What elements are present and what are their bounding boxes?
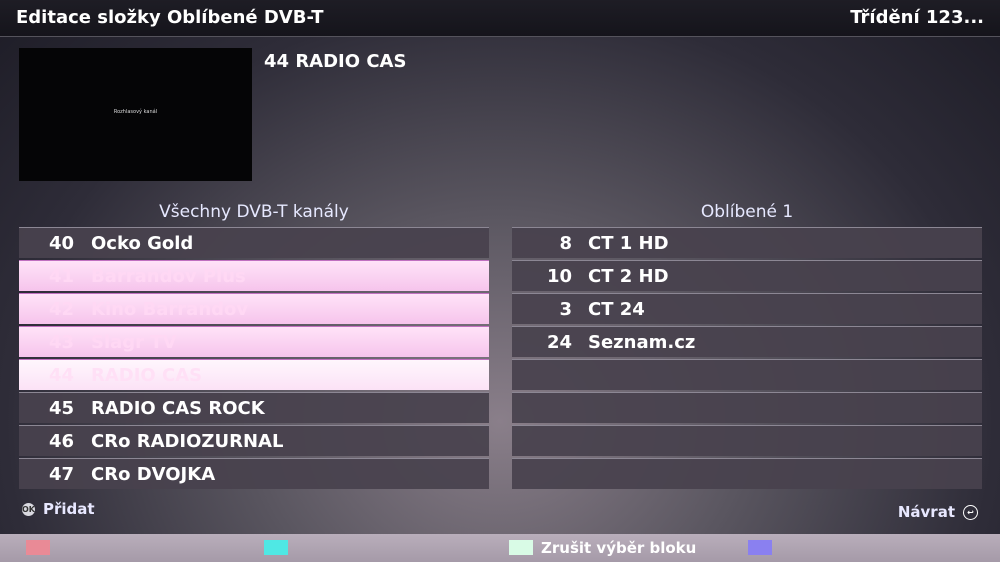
preview-overlay-text: Rozhlasový kanál — [113, 109, 158, 115]
cyan-key[interactable] — [264, 540, 288, 555]
channel-name: CT 24 — [588, 299, 645, 320]
empty-favorite-row[interactable] — [512, 425, 982, 456]
green-key-label: Zrušit výběr bloku — [541, 539, 697, 557]
back-button[interactable]: Návrat ↩ — [898, 503, 978, 521]
channel-name: Ocko Gold — [91, 233, 194, 254]
green-key[interactable] — [509, 540, 533, 555]
channel-name: Barrandov Plus — [91, 266, 246, 287]
channel-row-selected[interactable]: 41 Barrandov Plus — [19, 260, 489, 291]
favorites-title: Oblíbené 1 — [700, 202, 794, 222]
channel-name: Slagr TV — [91, 332, 177, 353]
channel-name: CRo RADIOZURNAL — [91, 431, 284, 452]
channel-row[interactable]: 40 Ocko Gold — [19, 227, 489, 258]
channel-number: 3 — [559, 299, 572, 320]
channel-row[interactable]: 45 RADIO CAS ROCK — [19, 392, 489, 423]
ok-button-icon: OK — [22, 503, 35, 516]
channel-number: 42 — [48, 299, 74, 320]
back-label: Návrat — [897, 503, 955, 521]
empty-favorite-row[interactable] — [512, 359, 982, 390]
channel-number: 46 — [48, 431, 74, 452]
channel-number: 41 — [48, 266, 74, 287]
add-button[interactable]: OK Přidat — [22, 500, 95, 518]
sort-option[interactable]: Třídění 123... — [850, 7, 984, 28]
return-button-icon: ↩ — [963, 505, 978, 520]
channel-name: Seznam.cz — [588, 332, 696, 353]
all-channels-list: 40 Ocko Gold 41 Barrandov Plus 42 Kino B… — [19, 227, 489, 491]
channel-name: RADIO CAS — [91, 365, 203, 386]
favorite-row[interactable]: 24 Seznam.cz — [512, 326, 982, 357]
all-channels-title: Všechny DVB-T kanály — [159, 202, 349, 222]
add-label: Přidat — [43, 500, 95, 518]
channel-name: CT 2 HD — [588, 266, 669, 287]
channel-number: 8 — [559, 233, 572, 254]
channel-row-selected[interactable]: 44 RADIO CAS — [19, 359, 489, 390]
top-bar: Editace složky Oblíbené DVB-T Třídění 12… — [0, 0, 1000, 37]
channel-row[interactable]: 47 CRo DVOJKA — [19, 458, 489, 489]
blue-key[interactable] — [748, 540, 772, 555]
favorites-list: 8 CT 1 HD 10 CT 2 HD 3 CT 24 24 Seznam.c… — [512, 227, 982, 491]
channel-number: 10 — [546, 266, 572, 287]
channel-number: 43 — [48, 332, 74, 353]
channel-name: Kino Barrandov — [91, 299, 249, 320]
channel-name: CRo DVOJKA — [91, 464, 216, 485]
page-title: Editace složky Oblíbené DVB-T — [16, 7, 324, 28]
channel-row-selected[interactable]: 43 Slagr TV — [19, 326, 489, 357]
favorite-row[interactable]: 10 CT 2 HD — [512, 260, 982, 291]
channel-number: 40 — [48, 233, 74, 254]
current-channel-label: 44 RADIO CAS — [264, 51, 407, 72]
color-key-bar: Zrušit výběr bloku — [0, 534, 1000, 562]
channel-row[interactable]: 46 CRo RADIOZURNAL — [19, 425, 489, 456]
channel-name: CT 1 HD — [588, 233, 669, 254]
favorite-row[interactable]: 3 CT 24 — [512, 293, 982, 324]
channel-name: RADIO CAS ROCK — [91, 398, 265, 419]
empty-favorite-row[interactable] — [512, 458, 982, 489]
empty-favorite-row[interactable] — [512, 392, 982, 423]
favorite-row[interactable]: 8 CT 1 HD — [512, 227, 982, 258]
red-key[interactable] — [26, 540, 50, 555]
channel-row-selected[interactable]: 42 Kino Barrandov — [19, 293, 489, 324]
channel-number: 45 — [48, 398, 74, 419]
channel-preview: Rozhlasový kanál — [19, 48, 252, 181]
channel-number: 47 — [48, 464, 74, 485]
channel-number: 24 — [546, 332, 572, 353]
channel-number: 44 — [48, 365, 74, 386]
